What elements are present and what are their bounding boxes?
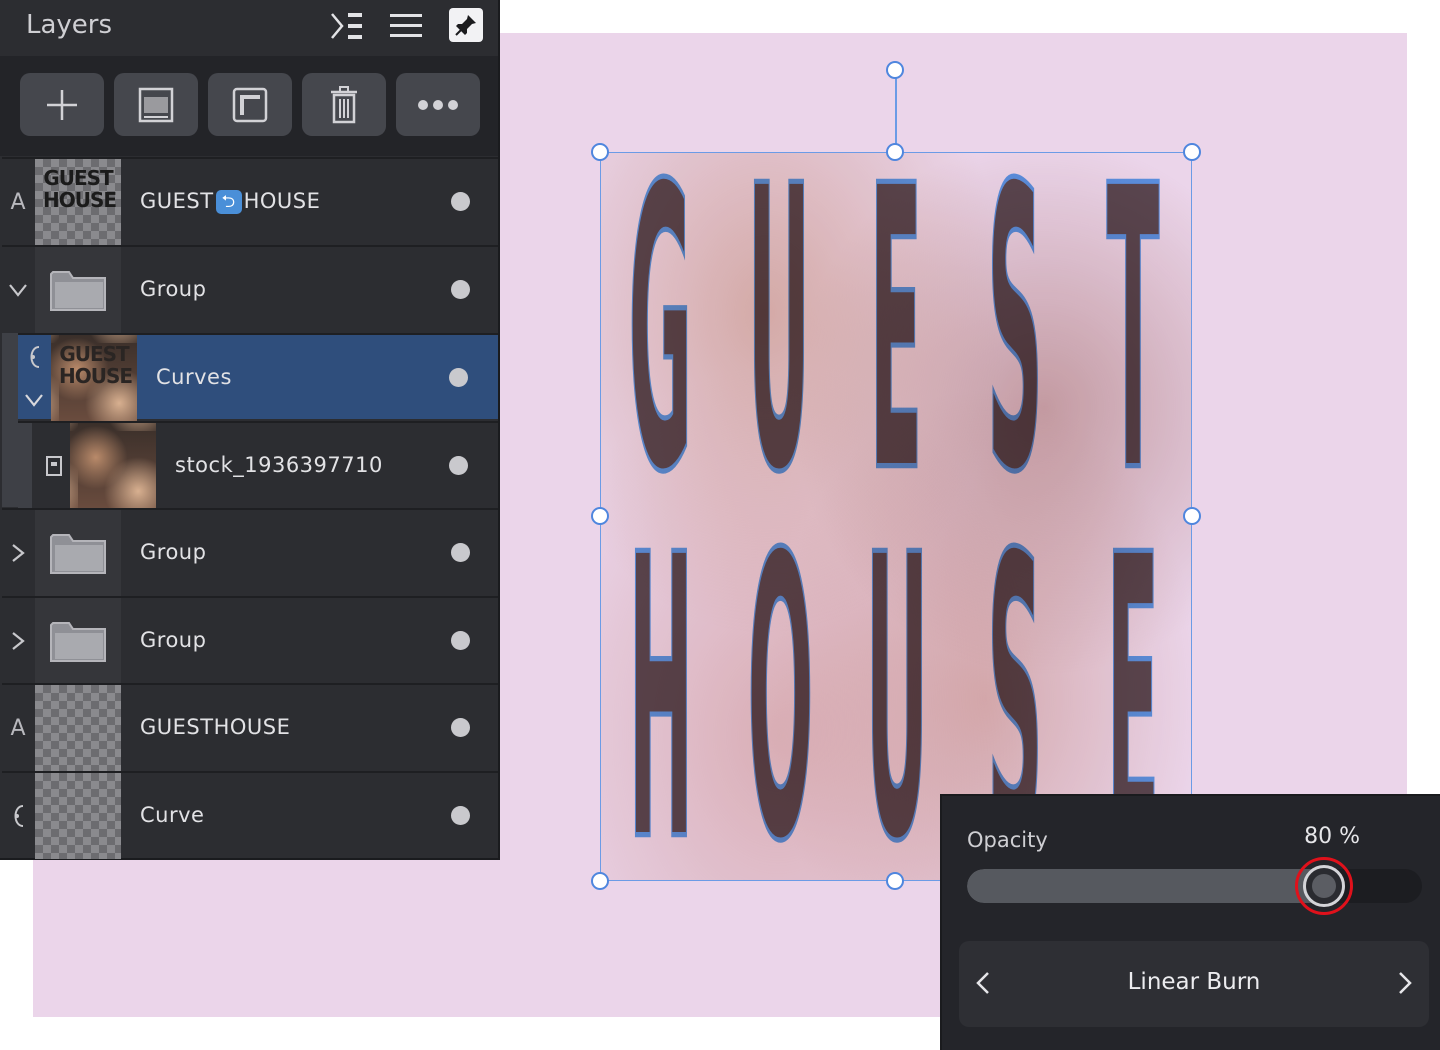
layer-label: Group <box>140 628 207 652</box>
artwork-line-guest: G U E S T <box>600 152 1192 514</box>
layer-row-guest-house-text[interactable]: A GUEST HOUSE GUEST ⮌ HOUSE <box>2 157 498 245</box>
more-options-button[interactable] <box>396 73 480 136</box>
next-blend-mode-button[interactable] <box>1387 963 1423 1003</box>
layer-visibility-toggle[interactable] <box>451 280 470 299</box>
opacity-slider-fill <box>967 869 1324 903</box>
thumbnail-text: GUEST HOUSE <box>59 342 133 388</box>
collapse-panel-icon[interactable] <box>328 8 366 44</box>
artwork-letter: U <box>865 522 929 881</box>
resize-handle-bottom[interactable] <box>886 872 904 890</box>
layer-thumbnail <box>35 510 121 596</box>
pin-panel-icon[interactable] <box>449 8 483 42</box>
layer-thumbnail: GUEST HOUSE <box>51 335 137 421</box>
layer-label: Curve <box>140 803 205 827</box>
resize-handle-top[interactable] <box>886 143 904 161</box>
artwork-letter: H <box>628 522 694 881</box>
add-mask-button[interactable] <box>114 73 198 136</box>
opacity-slider-track[interactable] <box>967 869 1422 903</box>
layer-visibility-toggle[interactable] <box>451 192 470 211</box>
artwork-letter: S <box>986 152 1043 514</box>
group-nesting-strip <box>2 333 18 507</box>
resize-handle-top-right[interactable] <box>1183 143 1201 161</box>
curve-icon <box>2 773 34 859</box>
layer-thumbnail <box>70 423 156 509</box>
opacity-slider-knob[interactable] <box>1302 865 1345 907</box>
layer-label: Curves <box>156 365 232 389</box>
panel-title: Layers <box>26 10 113 40</box>
artwork-guest-house[interactable]: G U E S T H O U S E <box>600 152 1192 881</box>
layer-label: GUESTHOUSE <box>140 715 291 739</box>
opacity-label: Opacity <box>967 828 1048 852</box>
artwork-letter: T <box>1106 152 1160 514</box>
layer-row-curve[interactable]: Curve <box>2 771 498 859</box>
layer-label-part: GUEST <box>140 189 214 213</box>
artwork-letter: G <box>628 152 693 514</box>
artwork-letter: O <box>746 522 814 881</box>
layer-properties-popover: Opacity 80 % Linear Burn <box>940 794 1440 1050</box>
rotation-handle[interactable] <box>886 61 904 79</box>
artwork-letter: U <box>746 152 811 514</box>
folder-icon <box>50 271 106 311</box>
layer-row-group[interactable]: Group <box>2 596 498 684</box>
collapse-chevron-icon[interactable] <box>18 378 50 421</box>
curves-adjustment-icon <box>18 335 50 378</box>
duplicate-layer-button[interactable] <box>208 73 292 136</box>
app-root: G U E S T H O U S E Layers A GUEST HOUSE… <box>0 0 1440 1050</box>
layer-row-stock-image[interactable]: stock_1936397710 <box>18 421 498 509</box>
layers-panel: Layers A GUEST HOUSE GUEST ⮌ HOUSE Group… <box>0 0 500 860</box>
text-layer-icon: A <box>10 715 26 741</box>
resize-handle-bottom-left[interactable] <box>591 872 609 890</box>
expand-chevron-icon[interactable] <box>2 510 34 596</box>
layer-row-group-expanded[interactable]: Group <box>2 245 498 333</box>
layers-toolbar <box>0 56 498 156</box>
layer-visibility-toggle[interactable] <box>451 631 470 650</box>
layer-thumbnail <box>35 685 121 771</box>
image-layer-icon <box>38 423 70 509</box>
menu-icon[interactable] <box>387 8 425 44</box>
layer-thumbnail <box>35 247 121 333</box>
opacity-value-text: 80 % <box>1304 824 1360 849</box>
resize-handle-top-left[interactable] <box>591 143 609 161</box>
text-layer-icon: A <box>10 189 26 215</box>
layer-label: Group <box>140 540 207 564</box>
layer-row-guesthouse-text[interactable]: A GUESTHOUSE <box>2 683 498 771</box>
layer-thumbnail: GUEST HOUSE <box>35 159 121 245</box>
layers-panel-header: Layers <box>0 0 498 56</box>
layer-visibility-toggle[interactable] <box>451 718 470 737</box>
collapse-chevron-icon[interactable] <box>2 247 34 333</box>
thumbnail-text: GUEST HOUSE <box>43 166 117 212</box>
delete-layer-button[interactable] <box>302 73 386 136</box>
layer-thumbnail <box>35 598 121 684</box>
resize-handle-left[interactable] <box>591 507 609 525</box>
layer-visibility-toggle[interactable] <box>449 456 468 475</box>
rotation-handle-line <box>895 70 897 152</box>
artwork-letter: E <box>869 152 923 514</box>
group-nesting-strip <box>18 423 32 509</box>
resize-handle-right[interactable] <box>1183 507 1201 525</box>
layer-thumbnail <box>35 773 121 859</box>
layer-label: Group <box>140 277 207 301</box>
folder-icon <box>50 534 106 574</box>
layer-row-curves[interactable]: GUEST HOUSE Curves <box>18 333 498 421</box>
blend-mode-label: Linear Burn <box>1127 969 1261 995</box>
layer-visibility-toggle[interactable] <box>451 543 470 562</box>
text-link-icon: ⮌ <box>215 190 242 214</box>
folder-icon <box>50 622 106 662</box>
layer-row-group[interactable]: Group <box>2 508 498 596</box>
blend-mode-selector[interactable]: Linear Burn <box>959 941 1429 1027</box>
expand-chevron-icon[interactable] <box>2 598 34 684</box>
layer-visibility-toggle[interactable] <box>449 368 468 387</box>
layer-label: GUEST ⮌ HOUSE <box>140 189 320 214</box>
add-layer-button[interactable] <box>20 73 104 136</box>
layer-label-part: HOUSE <box>243 189 321 213</box>
layer-label: stock_1936397710 <box>175 453 383 477</box>
layer-visibility-toggle[interactable] <box>451 806 470 825</box>
